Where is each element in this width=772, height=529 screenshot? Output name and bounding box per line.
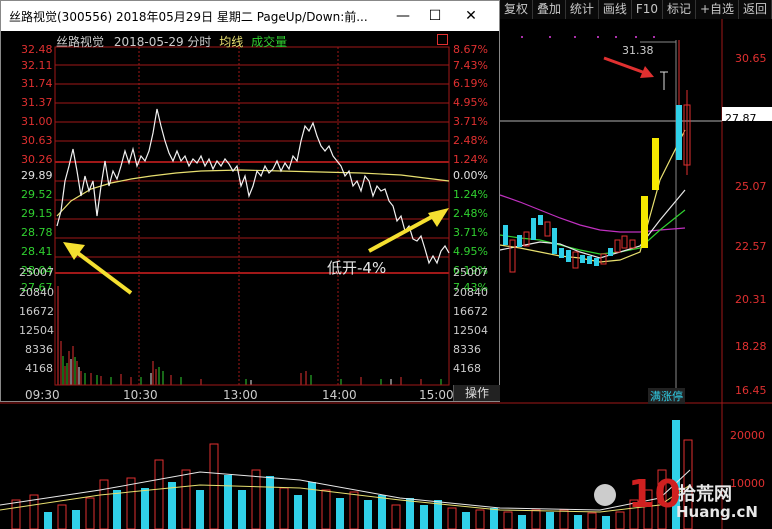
watermark-logo: 10 (628, 472, 681, 516)
overlay-button[interactable]: 叠加 (533, 0, 566, 19)
avg-legend: 均线 (219, 35, 244, 49)
chart-date: 2018-05-29 (113, 35, 184, 49)
price-tick: 29.52 (21, 188, 53, 201)
vol-tick: 8336 (453, 343, 481, 356)
vol-tick: 8336 (25, 343, 53, 356)
daily-candles (503, 40, 691, 273)
pct-tick: 7.43% (453, 59, 488, 72)
price-tick: 30.26 (21, 153, 53, 166)
vol-tick: 25007 (19, 266, 54, 279)
pct-tick: 3.71% (453, 115, 488, 128)
vol-legend: 成交量 (251, 35, 288, 49)
vol-tick: 12504 (453, 324, 488, 337)
back-button[interactable]: 返回 (739, 0, 772, 19)
intraday-window: 丝路视觉(300556) 2018年05月29日 星期二 PageUp/Down… (0, 0, 500, 402)
vol-tick: 16672 (453, 305, 488, 318)
vol-tick: 25007 (453, 266, 488, 279)
pct-tick: 8.67% (453, 43, 488, 56)
price-tick: 31.37 (21, 96, 53, 109)
pct-tick: 2.48% (453, 207, 488, 220)
pct-tick: 6.19% (453, 77, 488, 90)
vol-tick: 12504 (19, 324, 54, 337)
time-tick: 10:30 (123, 388, 158, 402)
restore-rights-button[interactable]: 复权 (500, 0, 533, 19)
time-tick: 14:00 (322, 388, 357, 402)
chart-toolbar: 复权 叠加 统计 画线 F10 标记 +自选 返回 (500, 0, 772, 19)
vol-tick: 4168 (453, 362, 481, 375)
pct-tick: 4.95% (453, 96, 488, 109)
daily-current-price: 27.87 (725, 112, 757, 125)
chart-mode: 分时 (187, 35, 212, 49)
pct-tick: 3.71% (453, 226, 488, 239)
daily-price-tick: 18.28 (735, 340, 767, 353)
daily-price-tick: 16.45 (735, 384, 767, 397)
daily-price-tick: 20.31 (735, 293, 767, 306)
daily-current-price-box: 27.87 (722, 107, 772, 125)
pct-tick: 1.24% (453, 153, 488, 166)
price-tick: 31.74 (21, 77, 53, 90)
limit-up-badge: 满涨停 (648, 388, 685, 404)
operate-button[interactable]: 操作 (453, 385, 500, 401)
stock-name: 丝路视觉 (56, 35, 105, 49)
price-tick: 32.11 (21, 59, 53, 72)
price-tick: 31.00 (21, 115, 53, 128)
mark-button[interactable]: 标记 (663, 0, 696, 19)
pct-tick: 0.00% (453, 169, 488, 182)
daily-vol-tick: 10000 (730, 477, 765, 490)
vol-tick: 20840 (453, 286, 488, 299)
daily-price-tick: 30.65 (735, 52, 767, 65)
price-tick: 28.78 (21, 226, 53, 239)
price-tick: 30.63 (21, 134, 53, 147)
price-tick: 28.41 (21, 245, 53, 258)
daily-price-tick: 25.07 (735, 180, 767, 193)
price-tick: 29.89 (21, 169, 53, 182)
daily-price-tick: 22.57 (735, 240, 767, 253)
pct-tick: 4.95% (453, 245, 488, 258)
intraday-chart (54, 46, 450, 386)
draw-line-button[interactable]: 画线 (599, 0, 632, 19)
statistics-button[interactable]: 统计 (566, 0, 599, 19)
vol-tick: 4168 (25, 362, 53, 375)
restore-icon[interactable] (437, 34, 448, 45)
pct-tick: 2.48% (453, 134, 488, 147)
pct-tick: 1.24% (453, 188, 488, 201)
time-tick: 13:00 (223, 388, 258, 402)
time-tick: 15:00 (419, 388, 454, 402)
watermark-url: Huang.cN (676, 503, 758, 521)
intraday-header: 丝路视觉 2018-05-29 分时 均线 成交量 (56, 33, 287, 50)
add-watchlist-button[interactable]: +自选 (696, 0, 739, 19)
price-tick: 29.15 (21, 207, 53, 220)
vol-tick: 20840 (19, 286, 54, 299)
daily-volume (11, 420, 693, 529)
daily-vol-tick: 20000 (730, 429, 765, 442)
daily-high-label: 31.38 (622, 44, 654, 57)
time-tick: 09:30 (25, 388, 60, 402)
vol-tick: 16672 (19, 305, 54, 318)
gap-down-annotation: 低开-4% (327, 259, 387, 277)
price-tick: 32.48 (21, 43, 53, 56)
wechat-icon (594, 484, 616, 506)
f10-button[interactable]: F10 (632, 0, 663, 19)
